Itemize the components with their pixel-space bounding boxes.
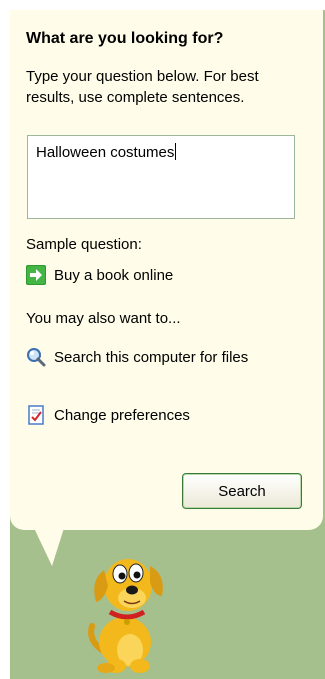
dog-companion[interactable]	[80, 540, 180, 675]
magnifier-icon	[27, 348, 46, 367]
change-preferences-label: Change preferences	[54, 407, 190, 424]
also-want-label: You may also want to...	[26, 310, 181, 327]
sample-question-link[interactable]: Buy a book online	[26, 265, 274, 286]
panel-title: What are you looking for?	[26, 30, 224, 47]
search-button[interactable]: Search	[182, 473, 302, 509]
question-input-value: Halloween costumes	[36, 144, 175, 161]
change-preferences-link[interactable]: Change preferences	[26, 405, 274, 426]
question-input[interactable]: Halloween costumes	[27, 135, 295, 219]
instructions-text: Type your question below. For best resul…	[26, 68, 259, 106]
sample-question-label-text: Buy a book online	[54, 267, 174, 284]
sample-question-label: Sample question:	[26, 236, 142, 253]
green-arrow-icon	[26, 265, 46, 285]
search-computer-label: Search this computer for files	[54, 349, 249, 366]
text-caret	[175, 143, 177, 160]
preferences-icon	[28, 405, 44, 425]
search-computer-link[interactable]: Search this computer for files	[26, 347, 274, 368]
speech-bubble-tail	[34, 528, 64, 566]
